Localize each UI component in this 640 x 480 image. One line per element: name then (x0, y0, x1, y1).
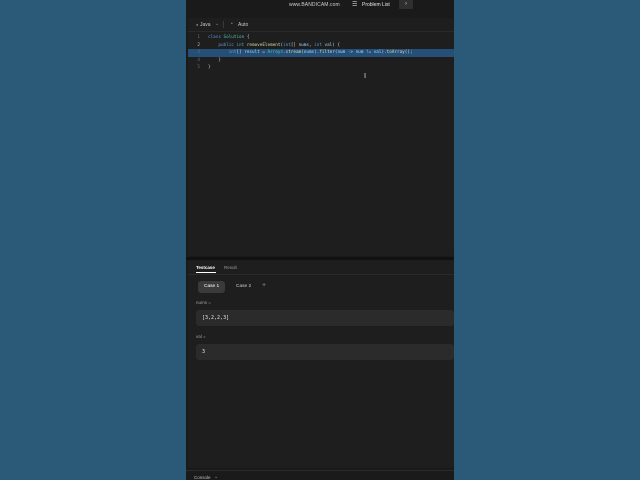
chevron-down-icon[interactable]: ⌄ (215, 21, 219, 27)
line-number: 1 (197, 35, 200, 40)
bandicam-watermark: www.BANDICAM.com (289, 2, 340, 8)
code-text: public int removeElement(int[] nums, int… (218, 42, 341, 48)
testcase-tabbar: Testcase Result (188, 260, 454, 275)
next-problem-button[interactable]: › (399, 0, 413, 9)
code-area[interactable]: 1 class Solution { 2 public int removeElem… (188, 34, 454, 72)
line-number: 4 (197, 57, 200, 63)
code-line[interactable]: 3 int[] result = Arrays.stream(nums).fil… (188, 49, 454, 57)
toolbar-divider (223, 21, 224, 28)
nums-input[interactable]: [3,2,2,3] (196, 310, 454, 326)
code-line[interactable]: 5} (188, 64, 454, 72)
line-number: 3 (197, 50, 200, 55)
code-text: int[] result = Arrays.stream(nums).filte… (228, 50, 413, 55)
auto-mode-label[interactable]: Auto (238, 22, 248, 28)
chevron-down-icon[interactable]: ⌄ (214, 474, 218, 480)
active-tab-indicator (196, 272, 216, 273)
code-line[interactable]: 4 } (188, 57, 454, 65)
case-1-button[interactable]: Case 1 (198, 281, 226, 293)
problem-list-link[interactable]: Problem List (362, 2, 390, 8)
line-number: 5 (197, 65, 200, 70)
code-text: } (208, 65, 211, 70)
editor-toolbar: ● Java ⌄ • Auto (188, 18, 454, 32)
add-case-icon[interactable]: + (262, 282, 266, 289)
code-line[interactable]: 1 class Solution { (188, 34, 454, 42)
code-editor: ● Java ⌄ • Auto 1 class Solution { 2 publi… (188, 18, 454, 256)
code-text: } (208, 57, 221, 63)
lock-icon: ● (196, 22, 199, 27)
testcase-panel: Testcase Result Case 1 Case 2 + nums = [… (188, 260, 454, 468)
text-cursor-icon: I (364, 72, 367, 80)
menu-icon[interactable]: ☰ (352, 1, 357, 8)
val-input[interactable]: 3 (196, 344, 454, 360)
val-label: val = (196, 334, 206, 339)
top-bar: www.BANDICAM.com ☰ Problem List › (186, 0, 454, 11)
nums-label: nums = (196, 300, 211, 305)
auto-icon: • (231, 21, 233, 27)
case-2-button[interactable]: Case 2 (230, 281, 257, 293)
tab-result[interactable]: Result (224, 265, 237, 270)
console-bar[interactable]: Console ⌄ (186, 470, 454, 480)
leetcode-app: www.BANDICAM.com ☰ Problem List › ● Java… (186, 0, 454, 480)
code-line[interactable]: 2 public int removeElement(int[] nums, i… (188, 42, 454, 50)
console-label[interactable]: Console (194, 475, 211, 480)
tab-testcase[interactable]: Testcase (196, 265, 215, 270)
line-number: 2 (197, 42, 200, 48)
code-text: class Solution { (208, 35, 250, 40)
language-select[interactable]: Java (200, 22, 211, 28)
